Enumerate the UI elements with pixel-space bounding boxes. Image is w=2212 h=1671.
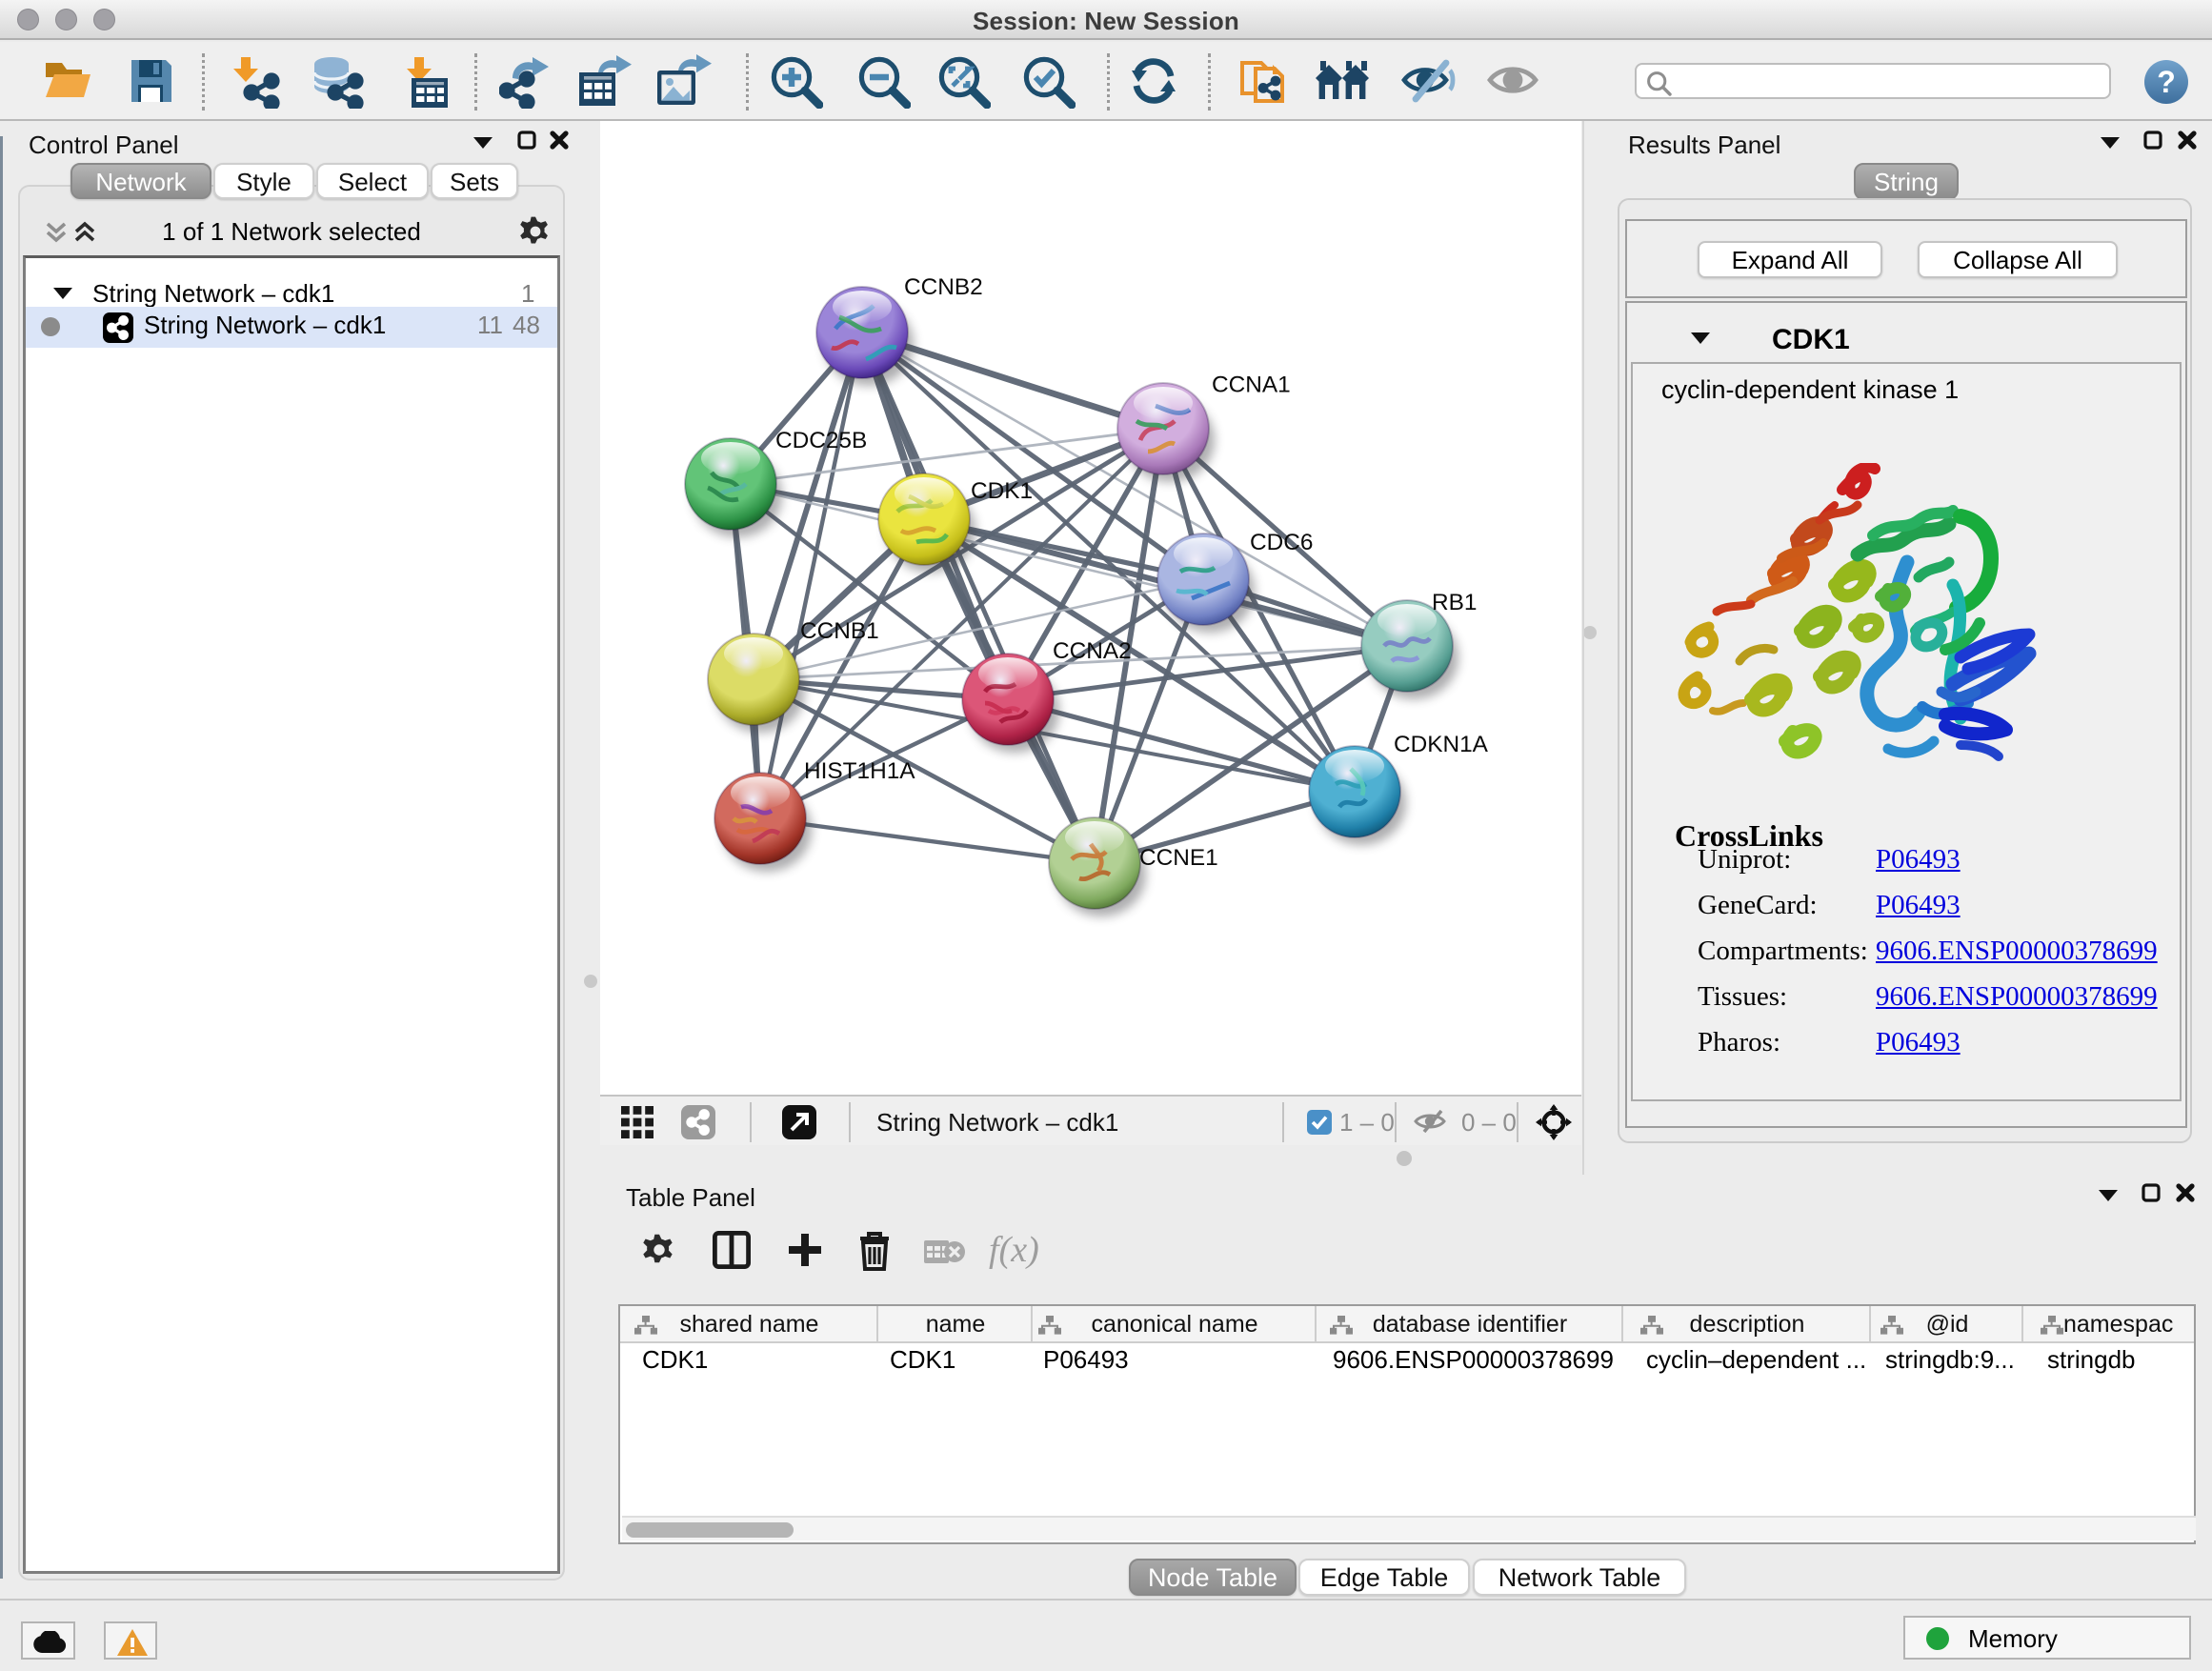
svg-text:HIST1H1A: HIST1H1A [804, 758, 915, 784]
svg-text:CCNB1: CCNB1 [800, 618, 879, 644]
svg-text:CCNB2: CCNB2 [904, 274, 983, 300]
svg-text:RB1: RB1 [1432, 590, 1477, 615]
svg-text:CDK1: CDK1 [971, 478, 1033, 504]
svg-text:CCNA1: CCNA1 [1212, 372, 1291, 398]
svg-text:CCNA2: CCNA2 [1053, 638, 1132, 664]
svg-text:CDC25B: CDC25B [775, 428, 867, 453]
svg-text:CCNE1: CCNE1 [1139, 845, 1218, 871]
svg-text:CDKN1A: CDKN1A [1394, 732, 1489, 757]
svg-text:CDC6: CDC6 [1250, 530, 1313, 555]
